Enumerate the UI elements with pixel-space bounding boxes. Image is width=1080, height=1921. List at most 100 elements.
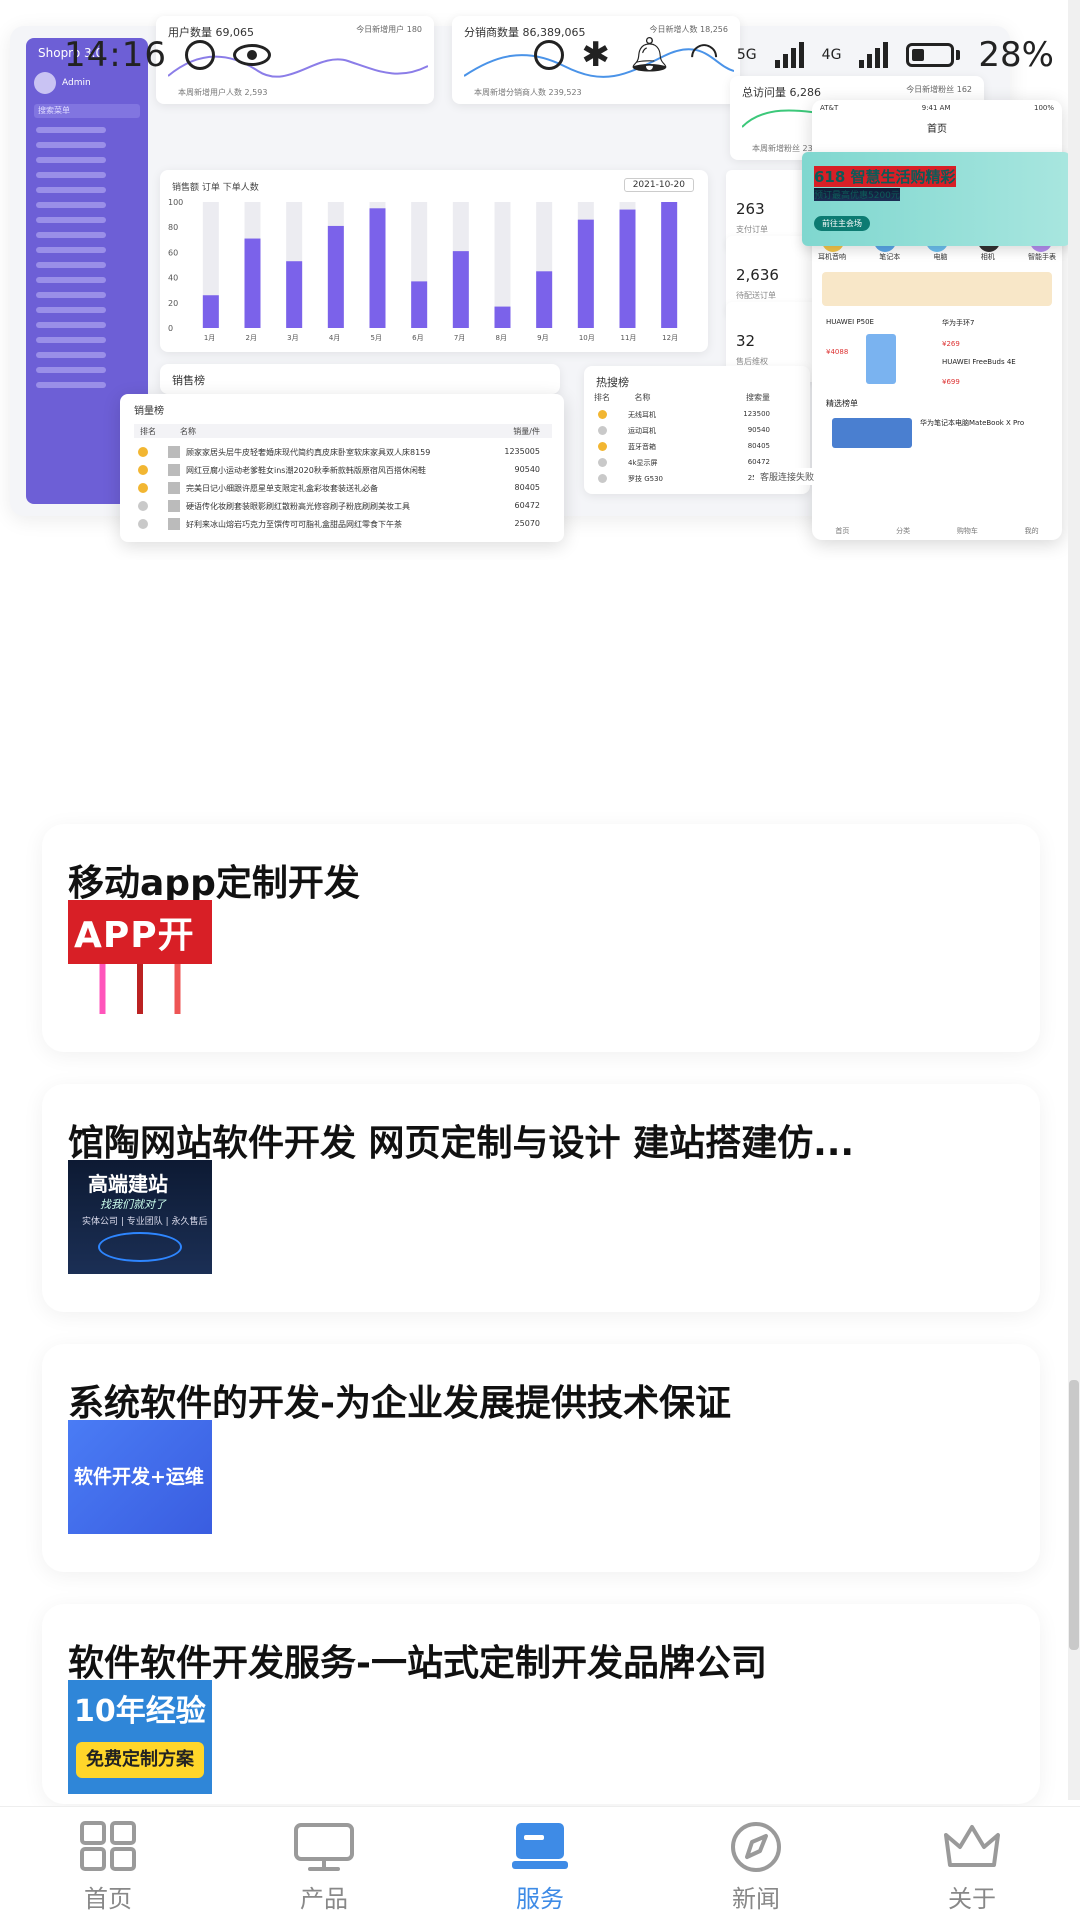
ranking-header: 排名 名称 销量/件 [134,424,552,438]
tab-news[interactable]: 新闻 [648,1807,864,1921]
eye-icon [232,44,271,66]
tab-products[interactable]: 产品 [216,1807,432,1921]
hot-search-row: 蓝牙音箱 80405 [594,440,800,454]
menu-line [36,352,106,358]
tab-about[interactable]: 关于 [864,1807,1080,1921]
tab-home[interactable]: 首页 [0,1807,216,1921]
battery-percent: 28% [978,35,1054,75]
network-type-5g: 5G [736,47,757,63]
rank-badge-icon [598,458,607,467]
bar [452,251,469,328]
phone-coupon-strip [822,272,1052,306]
y-tick-label: 0 [168,324,173,333]
stat-caption: 支付订单 [736,225,768,234]
menu-line [36,322,106,328]
tab-label: 服务 [516,1885,564,1913]
bar [286,261,303,328]
support-tooltip: 客服连接失败 [754,468,821,485]
service-thumbnail[interactable]: 高端建站 找我们就对了 实体公司 | 专业团队 | 永久售后 [68,1160,212,1274]
product-thumbnail [168,500,180,512]
menu-line [36,262,106,268]
sales-list-bg: 销售榜 [160,364,560,394]
product-thumbnail [168,518,180,530]
menu-line [36,187,106,193]
service-title[interactable]: 移动app定制开发 [68,854,1018,906]
x-tick-label: 4月 [329,334,340,342]
menu-line [36,367,106,373]
service-card[interactable]: 软件软件开发服务-一站式定制开发品牌公司 10年经验 免费定制方案 [42,1604,1040,1804]
handshake-graphic [98,1232,182,1262]
phone-section-title: 精选榜单 [826,399,858,408]
sales-bar-chart: 销售额 订单 下单人数 2021-10-20 100 80 60 40 20 0 1月 2月 3… [160,170,708,352]
service-card[interactable]: 系统软件的开发-为企业发展提供技术保证 软件开发+运维 [42,1344,1040,1572]
phone-categories: 耳机音响 笔记本 电脑 相机 智能手表 [818,253,1056,261]
service-title[interactable]: 系统软件的开发-为企业发展提供技术保证 [68,1374,1018,1426]
phone-product-3: HUAWEI FreeBuds 4E [942,358,1016,366]
bluetooth-icon: ✱ [581,35,611,75]
phone-product-2: 华为手环7 [942,319,975,327]
service-thumbnail[interactable]: 10年经验 免费定制方案 [68,1680,212,1794]
promo-banner: 618 智慧生活购精彩 预订最高优惠5200元 前往主会场 [802,152,1070,246]
tab-services[interactable]: 服务 [432,1807,648,1921]
tab-label: 首页 [84,1885,132,1913]
battery-icon [906,43,955,67]
compass-icon [731,1822,781,1872]
service-title[interactable]: 软件软件开发服务-一站式定制开发品牌公司 [68,1634,1018,1686]
menu-line [36,277,106,283]
y-tick-label: 60 [168,248,178,257]
status-time: 14:16 [64,35,167,75]
service-card[interactable]: 移动app定制开发 APP开发 [42,824,1040,1052]
ranking-sales: 25070 [514,519,540,528]
x-tick-label: 1月 [204,334,215,342]
y-tick-label: 100 [168,198,183,207]
menu-line [36,382,106,388]
product-thumbnail [168,464,180,476]
menu-line [36,202,106,208]
wifi-icon: ◠ [689,35,719,75]
bar [619,209,636,328]
sales-ranking-card: 销量榜 排名 名称 销量/件 顾家家居头层牛皮轻奢婚床现代简约真皮床卧室软床家具… [120,394,564,542]
service-thumbnail[interactable]: 软件开发+运维 [68,1420,212,1534]
thumbnail-phones [68,964,212,1014]
headphones-icon [184,40,215,70]
hot-search-name: 无线耳机 [628,411,656,419]
scrollbar-thumb[interactable] [1069,1380,1079,1650]
x-tick-label: 5月 [371,334,382,342]
ranking-sales: 80405 [514,483,540,492]
y-tick-label: 20 [168,299,178,308]
bar [536,271,553,328]
menu-line [36,232,106,238]
menu-line [36,157,106,163]
thumbnail-subtext: 实体公司 | 专业团队 | 永久售后 [82,1217,208,1227]
rank-badge-icon [598,442,607,451]
x-tick-label: 9月 [537,334,548,342]
rank-badge-icon [138,447,148,457]
promo-title: 618 智慧生活购精彩 [814,166,956,187]
signal-icon [774,42,804,68]
rank-badge-icon [138,519,148,529]
ranking-product-name: 网红豆腐小运动老爹鞋女ins潮2020秋季新款韩版原宿风百搭休闲鞋 [186,466,426,475]
menu-line [36,217,106,223]
tab-label: 新闻 [732,1885,780,1913]
signal-icon [859,42,889,68]
status-left: 14:16 [64,35,271,75]
service-title[interactable]: 馆陶网站软件开发 网页定制与设计 建站搭建仿... [68,1114,1018,1166]
ranking-row: 硬语传化妆刷套装眼影刷红散粉高光修容刷子粉底刷刷美妆工具 60472 [134,498,552,514]
ranking-product-name: 好利来冰山熔岩巧克力至馔传可可脂礼盒甜品网红零食下午茶 [186,520,402,529]
rank-badge-icon [138,501,148,511]
menu-line [36,142,106,148]
service-card[interactable]: 馆陶网站软件开发 网页定制与设计 建站搭建仿... 高端建站 找我们就对了 实体… [42,1084,1040,1312]
hot-search-header: 排名 名称 搜索量 [594,393,770,402]
bottom-tab-bar: 首页 产品 服务 新闻 关于 [0,1806,1080,1921]
status-bar: 14:16 ✱ 🔔︎ ◠ 5G 4G 28% [0,0,1080,110]
x-tick-label: 3月 [287,334,298,342]
status-right: ✱ 🔔︎ ◠ 5G 4G 28% [533,35,1054,75]
hot-search-title: 热搜榜 [596,376,629,389]
hot-search-count: 60472 [747,458,770,466]
hot-search-count: 80405 [747,442,770,450]
alarm-icon [533,40,564,70]
service-thumbnail[interactable]: APP开发 [68,900,212,1014]
ranking-product-name: 完美日记小细跟许愿星单支限定礼盒彩妆套装送礼必备 [186,484,378,493]
menu-line [36,127,106,133]
phone-product-image [866,334,896,384]
